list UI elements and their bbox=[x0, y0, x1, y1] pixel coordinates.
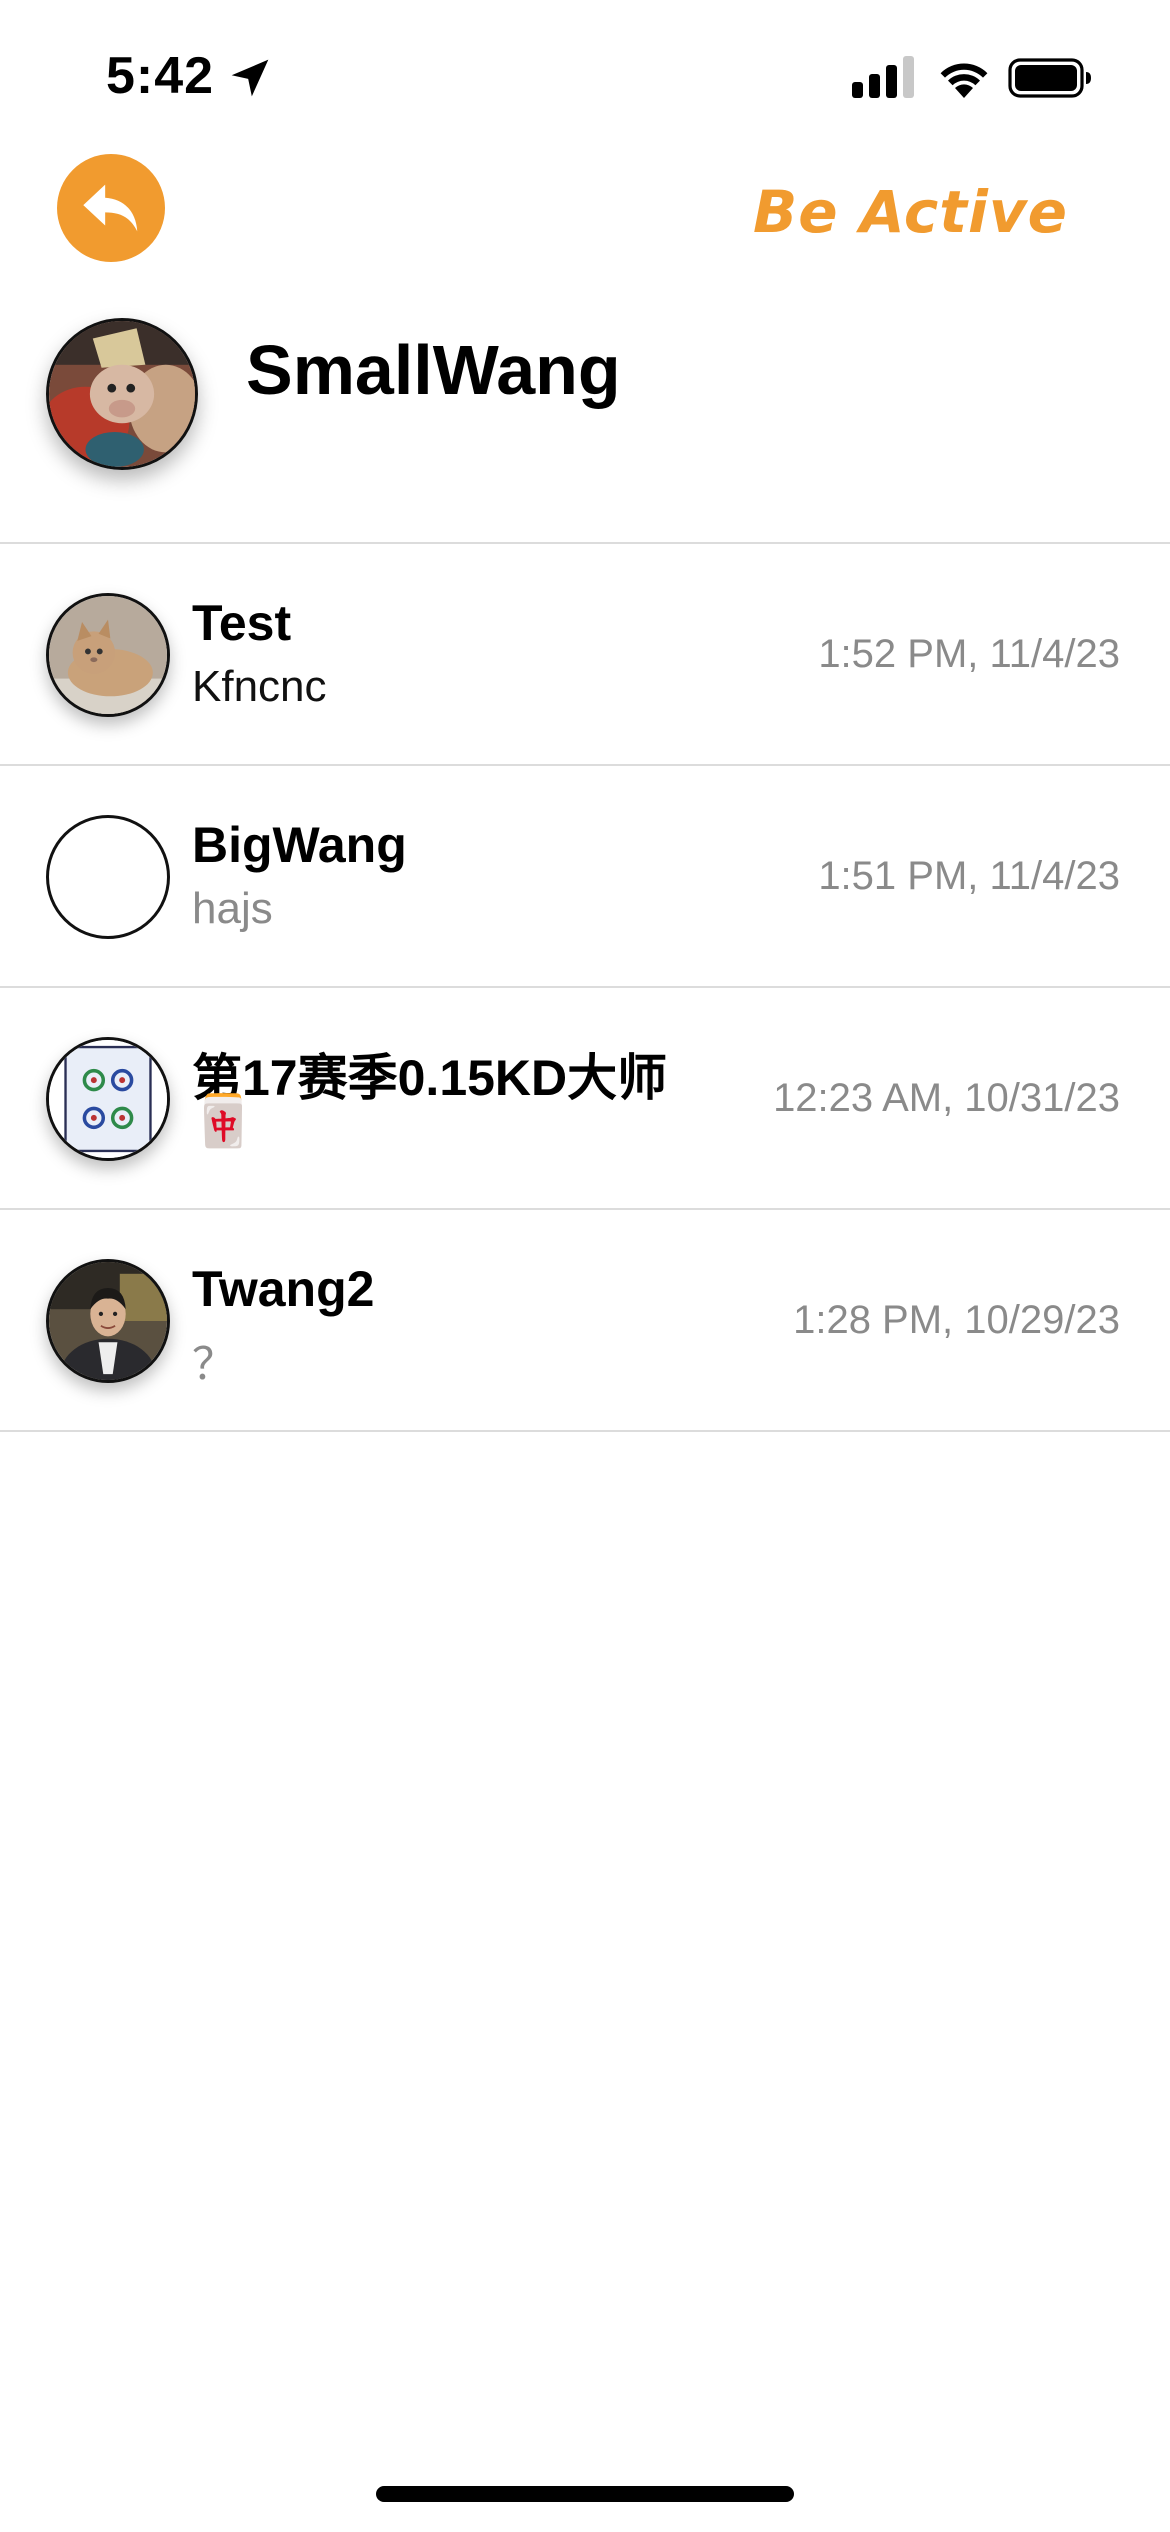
chat-name: Test bbox=[192, 595, 292, 651]
undo-arrow-icon bbox=[83, 184, 138, 232]
chat-last-message: hajs bbox=[192, 884, 273, 933]
chat-timestamp: 12:23 AM, 10/31/23 bbox=[773, 1076, 1120, 1120]
person-avatar-image bbox=[49, 1262, 167, 1380]
chat-last-message: Kfncnc bbox=[192, 662, 327, 711]
chat-avatar bbox=[46, 1037, 170, 1161]
chat-row[interactable]: BigWang hajs 1:51 PM, 11/4/23 bbox=[0, 766, 1170, 988]
battery-icon bbox=[1008, 58, 1091, 98]
chat-timestamp: 1:28 PM, 10/29/23 bbox=[793, 1298, 1120, 1342]
profile-name: SmallWang bbox=[246, 331, 621, 409]
chat-name: Twang2 bbox=[192, 1261, 375, 1317]
profile-avatar[interactable] bbox=[46, 318, 198, 470]
chat-avatar bbox=[46, 593, 170, 717]
mahjong-circles-avatar-image bbox=[49, 1040, 167, 1158]
home-indicator[interactable] bbox=[376, 2486, 794, 2502]
chat-timestamp: 1:51 PM, 11/4/23 bbox=[818, 854, 1120, 898]
location-arrow-icon bbox=[231, 59, 269, 97]
wifi-icon bbox=[940, 63, 988, 98]
chat-last-message: ？ bbox=[192, 1340, 236, 1389]
chat-list: Test Kfncnc 1:52 PM, 11/4/23 BigWang haj… bbox=[0, 542, 1170, 1432]
be-active-button[interactable]: Be Active bbox=[753, 178, 1068, 246]
chat-last-message: 🀄 bbox=[192, 1093, 255, 1149]
chat-name: 第17赛季0.15KD大师 bbox=[192, 1050, 668, 1106]
status-bar: 5:42 bbox=[0, 0, 1170, 150]
cellular-signal-icon bbox=[852, 56, 914, 98]
monkey-avatar-image bbox=[49, 321, 195, 467]
cat-avatar-image bbox=[49, 596, 167, 714]
chat-row[interactable]: Twang2 ？ 1:28 PM, 10/29/23 bbox=[0, 1210, 1170, 1432]
status-time: 5:42 bbox=[106, 47, 215, 105]
chat-timestamp: 1:52 PM, 11/4/23 bbox=[818, 632, 1120, 676]
chat-avatar bbox=[46, 1259, 170, 1383]
chat-row[interactable]: Test Kfncnc 1:52 PM, 11/4/23 bbox=[0, 544, 1170, 766]
chat-avatar bbox=[46, 815, 170, 939]
chat-name: BigWang bbox=[192, 817, 407, 873]
chat-row[interactable]: 第17赛季0.15KD大师 🀄 12:23 AM, 10/31/23 bbox=[0, 988, 1170, 1210]
back-button[interactable] bbox=[57, 154, 165, 262]
